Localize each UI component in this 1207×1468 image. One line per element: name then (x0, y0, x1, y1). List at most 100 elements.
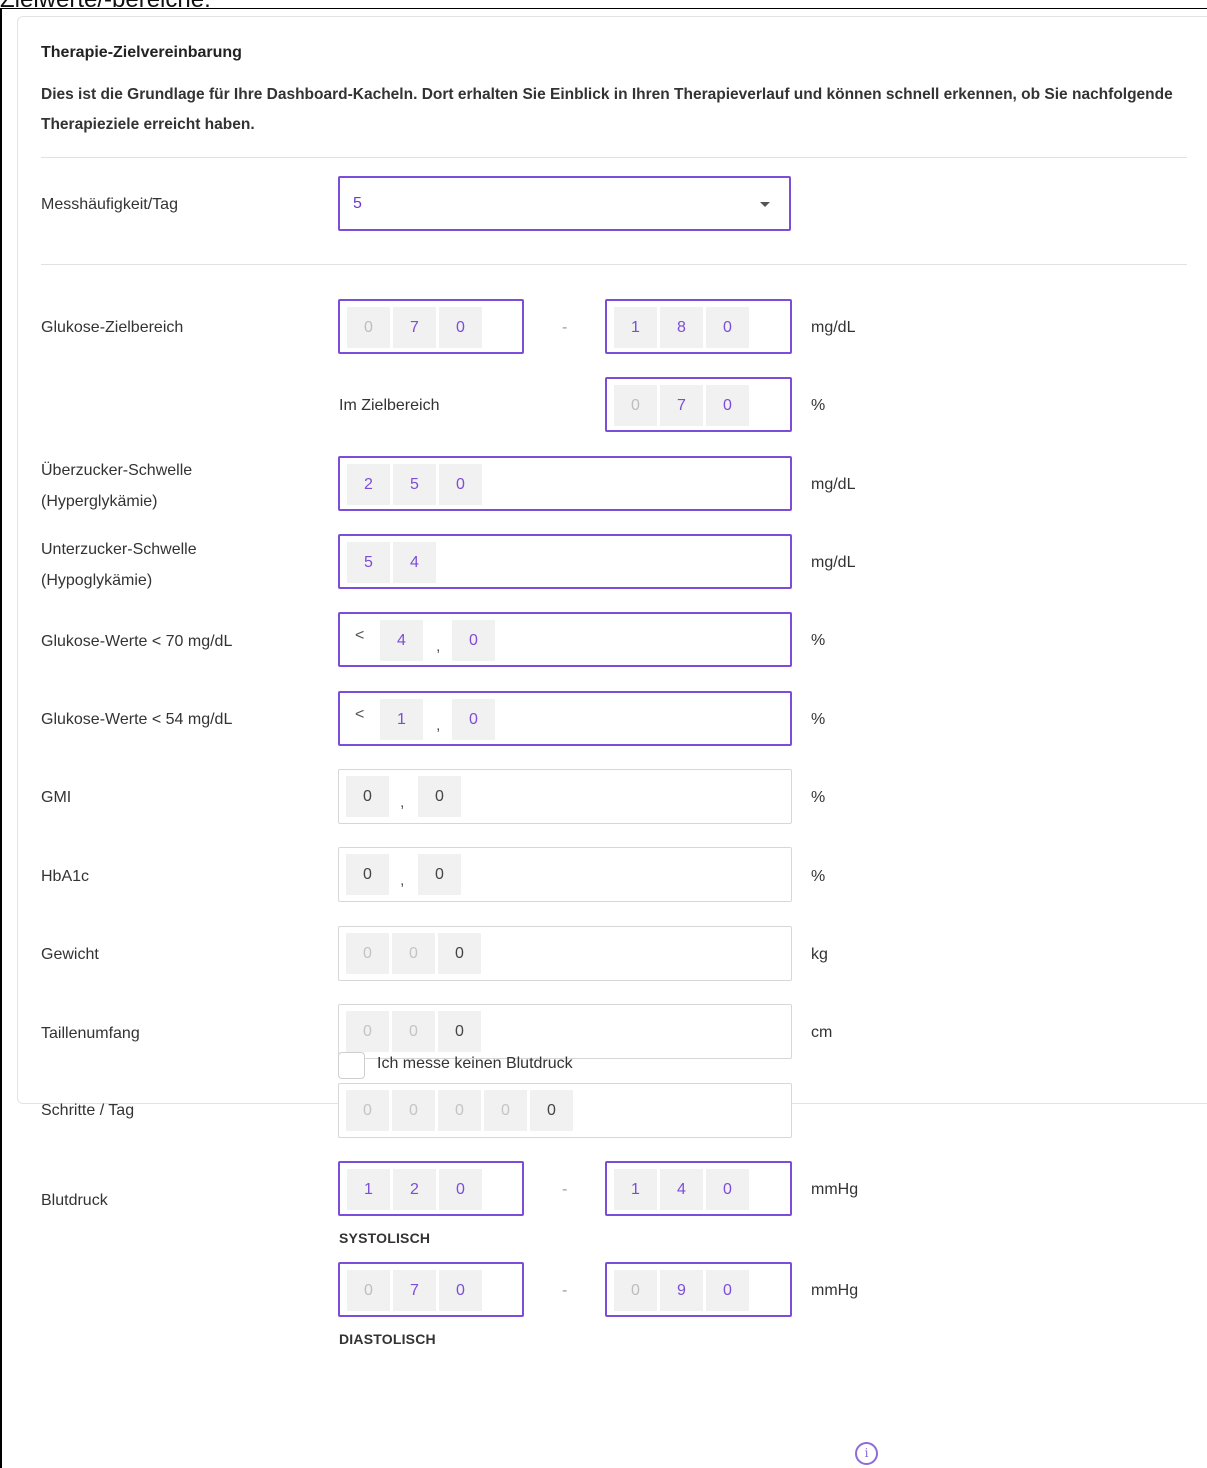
blood-pressure-label: Blutdruck (41, 1192, 108, 1209)
frequency-value: 5 (353, 195, 362, 212)
unit-label: % (811, 789, 826, 806)
waist-input[interactable]: 0 0 0 (338, 1004, 792, 1059)
gmi-input[interactable]: 0 , 0 (338, 769, 792, 824)
digit-cell[interactable]: 0 (418, 776, 461, 817)
diastolic-from-input[interactable]: 0 7 0 (338, 1262, 524, 1317)
digit-cell[interactable]: 0 (706, 307, 749, 348)
systolic-from-input[interactable]: 1 2 0 (338, 1161, 524, 1216)
digit-cell[interactable]: 0 (706, 1270, 749, 1311)
systolic-caption: SYSTOLISCH (339, 1230, 431, 1246)
frequency-label: Messhäufigkeit/Tag (41, 196, 178, 213)
less-than-prefix: < (355, 706, 365, 723)
unit-label: mg/dL (811, 319, 856, 336)
digit-cell[interactable]: 0 (614, 1270, 657, 1311)
unit-label: % (811, 632, 826, 649)
digit-cell[interactable]: 0 (438, 1090, 481, 1131)
weight-input[interactable]: 0 0 0 (338, 926, 792, 981)
digit-cell[interactable]: 0 (439, 464, 482, 505)
no-blood-pressure-checkbox[interactable] (338, 1052, 365, 1079)
glucose-range-from-input[interactable]: 0 7 0 (338, 299, 524, 354)
unit-label: cm (811, 1024, 833, 1041)
gmi-label: GMI (41, 789, 72, 806)
below70-input[interactable]: < 4 , 0 (338, 612, 792, 667)
digit-cell[interactable]: 0 (346, 776, 389, 817)
digit-cell[interactable]: 1 (614, 1169, 657, 1210)
glucose-range-to-input[interactable]: 1 8 0 (605, 299, 792, 354)
in-range-input[interactable]: 0 7 0 (605, 377, 792, 432)
decimal-separator: , (400, 872, 405, 889)
unit-label: % (811, 711, 826, 728)
digit-cell[interactable]: 5 (347, 542, 390, 583)
unit-label: mg/dL (811, 476, 856, 493)
digit-cell[interactable]: 4 (660, 1169, 703, 1210)
systolic-to-input[interactable]: 1 4 0 (605, 1161, 792, 1216)
digit-cell[interactable]: 7 (393, 307, 436, 348)
digit-cell[interactable]: 0 (347, 307, 390, 348)
steps-input[interactable]: 0 0 0 0 0 (338, 1083, 792, 1138)
unit-label: mmHg (811, 1181, 859, 1198)
digit-cell[interactable]: 0 (392, 1011, 435, 1052)
digit-cell[interactable]: 0 (346, 1011, 389, 1052)
decimal-separator: , (436, 717, 441, 734)
less-than-prefix: < (355, 627, 365, 644)
digit-cell[interactable]: 9 (660, 1270, 703, 1311)
digit-cell[interactable]: 0 (706, 1169, 749, 1210)
digit-cell[interactable]: 5 (393, 464, 436, 505)
digit-cell[interactable]: 0 (484, 1090, 527, 1131)
frequency-select[interactable]: 5 (338, 176, 791, 231)
digit-cell[interactable]: 0 (347, 1270, 390, 1311)
digit-cell[interactable]: 0 (392, 1090, 435, 1131)
digit-cell[interactable]: 0 (392, 933, 435, 974)
hba1c-label: HbA1c (41, 868, 90, 885)
digit-cell[interactable]: 0 (439, 1270, 482, 1311)
digit-cell[interactable]: 2 (393, 1169, 436, 1210)
digit-cell[interactable]: 4 (380, 620, 423, 661)
range-dash: - (562, 1282, 568, 1299)
digit-cell[interactable]: 0 (346, 933, 389, 974)
hyper-threshold-input[interactable]: 2 5 0 (338, 456, 792, 511)
decimal-separator: , (436, 638, 441, 655)
hypo-label-line1: Unterzucker-Schwelle (41, 541, 197, 558)
in-range-label: Im Zielbereich (339, 397, 440, 414)
digit-cell[interactable]: 7 (393, 1270, 436, 1311)
range-dash: - (562, 1181, 568, 1198)
divider (41, 264, 1187, 265)
digit-cell[interactable]: 0 (439, 307, 482, 348)
below54-input[interactable]: < 1 , 0 (338, 691, 792, 746)
info-icon[interactable]: i (855, 1442, 878, 1465)
below70-label: Glukose-Werte < 70 mg/dL (41, 633, 233, 650)
range-dash: - (562, 319, 568, 336)
digit-cell[interactable]: 0 (439, 1169, 482, 1210)
unit-label: kg (811, 946, 828, 963)
digit-cell[interactable]: 1 (380, 699, 423, 740)
hypo-label-line2: (Hypoglykämie) (41, 572, 153, 589)
diastolic-to-input[interactable]: 0 9 0 (605, 1262, 792, 1317)
digit-cell[interactable]: 2 (347, 464, 390, 505)
digit-cell[interactable]: 1 (347, 1169, 390, 1210)
digit-cell[interactable]: 0 (438, 933, 481, 974)
digit-cell[interactable]: 8 (660, 307, 703, 348)
digit-cell[interactable]: 0 (418, 854, 461, 895)
digit-cell[interactable]: 0 (346, 1090, 389, 1131)
unit-label: % (811, 868, 826, 885)
hba1c-input[interactable]: 0 , 0 (338, 847, 792, 902)
hypo-threshold-input[interactable]: 5 4 (338, 534, 792, 589)
digit-cell[interactable]: 0 (346, 854, 389, 895)
digit-cell[interactable]: 7 (660, 385, 703, 426)
card-title: Therapie-Zielvereinbarung (41, 44, 242, 61)
diastolic-caption: DIASTOLISCH (339, 1331, 436, 1347)
digit-cell[interactable]: 0 (614, 385, 657, 426)
unit-label: mg/dL (811, 554, 856, 571)
weight-label: Gewicht (41, 946, 99, 963)
hyper-label-line2: (Hyperglykämie) (41, 493, 158, 510)
digit-cell[interactable]: 0 (530, 1090, 573, 1131)
digit-cell[interactable]: 4 (393, 542, 436, 583)
no-blood-pressure-label[interactable]: Ich messe keinen Blutdruck (377, 1055, 573, 1073)
digit-cell[interactable]: 0 (706, 385, 749, 426)
digit-cell[interactable]: 0 (452, 699, 495, 740)
waist-label: Taillenumfang (41, 1025, 140, 1042)
digit-cell[interactable]: 0 (452, 620, 495, 661)
digit-cell[interactable]: 0 (438, 1011, 481, 1052)
card-intro: Dies ist die Grundlage für Ihre Dashboar… (41, 86, 1173, 133)
digit-cell[interactable]: 1 (614, 307, 657, 348)
